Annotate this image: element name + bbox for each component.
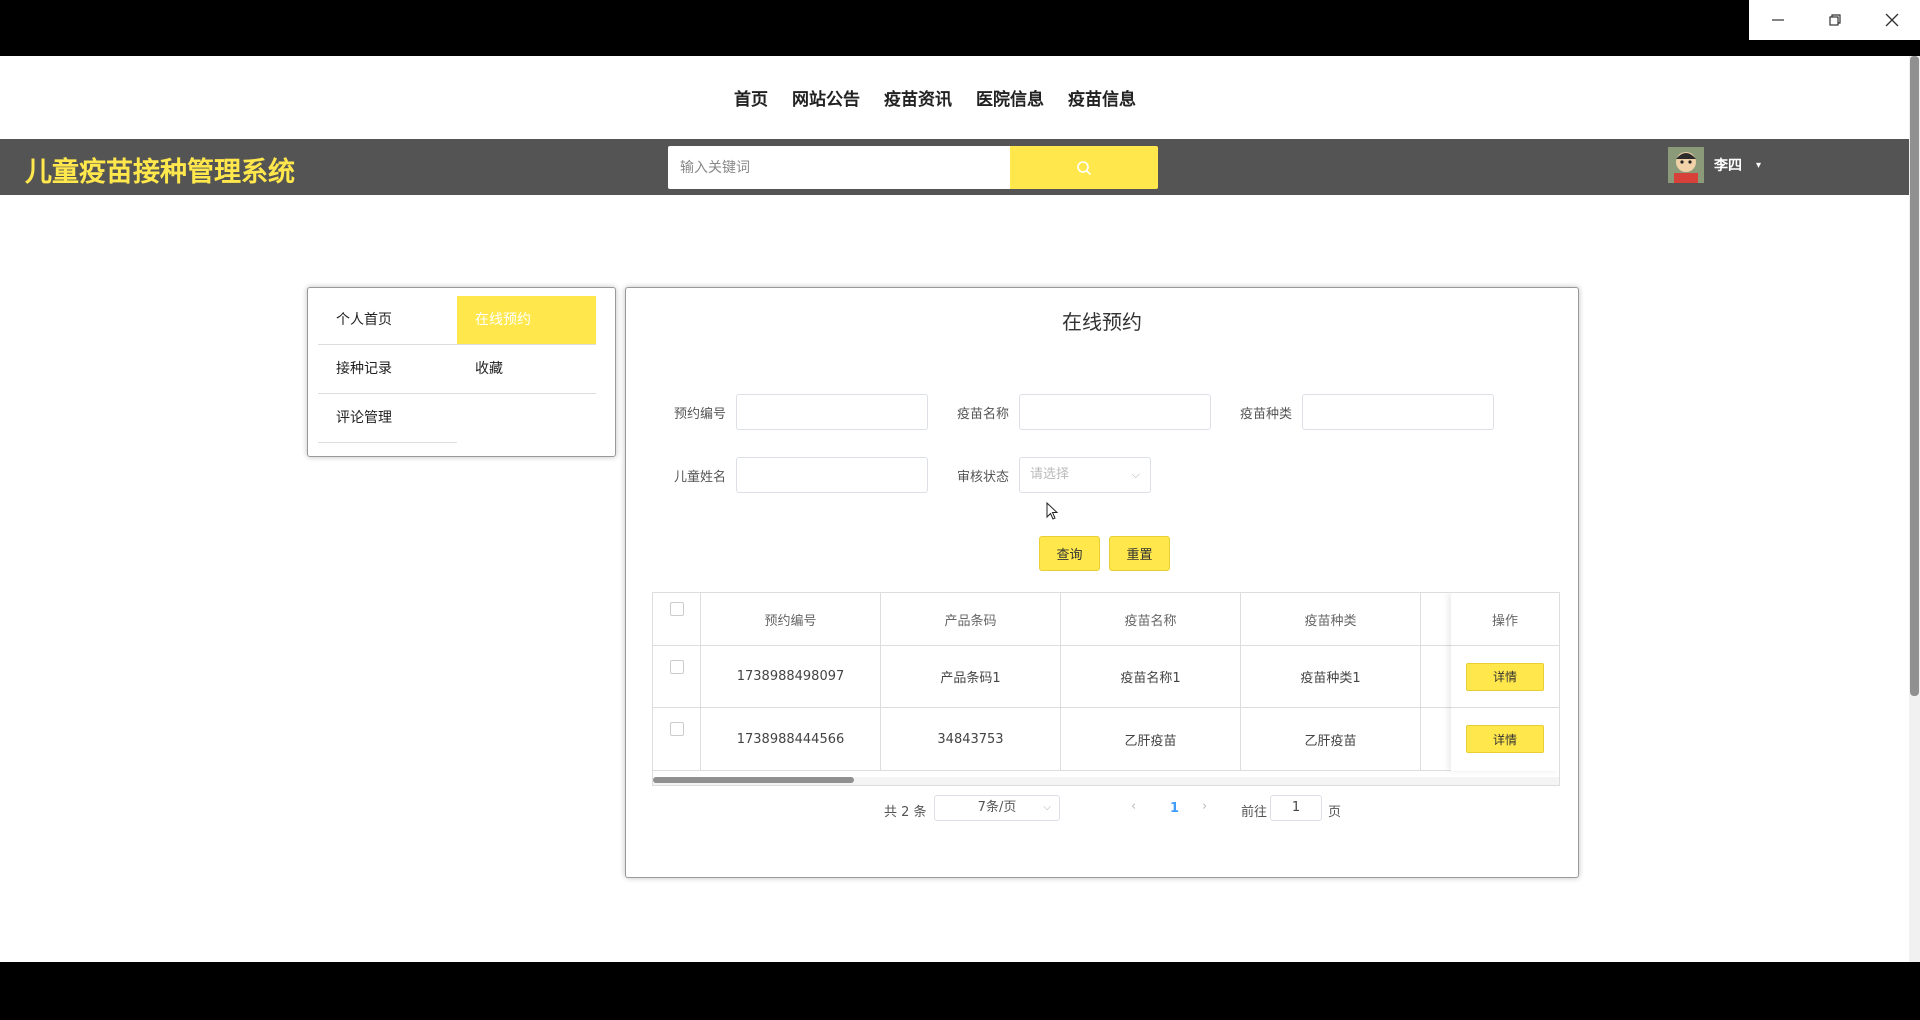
review-status-label: 审核状态 [957,470,1010,485]
next-page-button[interactable]: › [1202,799,1207,814]
search-input[interactable] [668,146,1010,189]
side-item-favorites[interactable]: 收藏 [457,345,596,394]
side-item-vaccination-records[interactable]: 接种记录 [318,345,457,394]
restore-icon [1828,14,1841,26]
avatar-image [1668,147,1704,183]
table-cell: 1738988444566 [701,708,881,770]
nav-item-hospital-info[interactable]: 医院信息 [976,85,1044,110]
select-all-cell [653,593,701,645]
nav-items: 首页 网站公告 疫苗资讯 医院信息 疫苗信息 [722,85,1148,110]
minimize-icon [1771,19,1784,21]
table-horizontal-scrollbar[interactable] [653,777,1559,785]
table-header-row: 预约编号 产品条码 疫苗名称 疫苗种类 [653,593,1559,646]
avatar [1668,147,1704,183]
row-checkbox[interactable] [669,659,684,674]
column-header[interactable]: 预约编号 [701,593,881,645]
column-header[interactable]: 疫苗名称 [1061,593,1241,645]
child-name-label: 儿童姓名 [674,470,727,485]
table-scrollbar-thumb[interactable] [653,777,854,783]
window-controls [1749,0,1920,40]
side-item-online-booking[interactable]: 在线预约 [457,296,596,345]
vaccine-type-input[interactable] [1302,394,1494,430]
child-name-input[interactable] [736,457,928,493]
goto-page-input[interactable]: 1 [1270,795,1322,821]
nav-item-home[interactable]: 首页 [734,85,768,110]
row-select-cell [653,646,701,707]
restore-button[interactable] [1806,0,1863,40]
table-cell: 34843753 [881,708,1061,770]
vaccine-name-input[interactable] [1019,394,1211,430]
page-size-select[interactable]: 7条/页 ⌵ [934,795,1060,821]
user-menu[interactable]: 李四 ▾ [1668,145,1761,185]
pagination: 共 2 条 7条/页 ⌵ ‹ 1 › 前往 1 页 [626,795,1578,823]
chevron-down-icon: ▾ [1756,159,1762,171]
reset-button[interactable]: 重置 [1109,536,1170,571]
row-checkbox[interactable] [669,722,684,736]
detail-button[interactable]: 详情 [1466,662,1544,691]
operation-column: 操作 详情 详情 [1451,593,1559,771]
top-nav: 首页 网站公告 疫苗资讯 医院信息 疫苗信息 [0,56,1920,139]
nav-item-announcements[interactable]: 网站公告 [792,85,860,110]
site-title: 儿童疫苗接种管理系统 [25,157,295,188]
side-item-empty [457,394,596,443]
table-cell: 1738988498097 [701,646,881,707]
table-cell: 疫苗种类1 [1241,646,1421,707]
query-button[interactable]: 查询 [1039,536,1100,571]
column-header[interactable]: 疫苗种类 [1241,593,1421,645]
goto-label: 前往 [1241,805,1268,820]
vaccine-name-label: 疫苗名称 [957,407,1010,422]
operation-header: 操作 [1451,593,1559,646]
table-cell: 疫苗名称1 [1061,646,1241,707]
booking-table: 预约编号 产品条码 疫苗名称 疫苗种类 1738988498097 产品条码1 … [652,592,1560,786]
booking-no-label: 预约编号 [674,407,727,422]
nav-item-vaccine-news[interactable]: 疫苗资讯 [884,85,952,110]
page-scrollbar-thumb[interactable] [1910,56,1919,696]
page-number[interactable]: 1 [1170,801,1179,816]
table-row: 1738988444566 34843753 乙肝疫苗 乙肝疫苗 [653,708,1559,771]
nav-item-vaccine-info[interactable]: 疫苗信息 [1068,85,1136,110]
chevron-down-icon: ⌵ [1131,468,1140,481]
prev-page-button[interactable]: ‹ [1131,799,1136,814]
search-icon [1077,160,1092,175]
vaccine-type-label: 疫苗种类 [1240,407,1293,422]
review-status-placeholder: 请选择 [1030,467,1070,482]
page-suffix: 页 [1328,805,1342,820]
side-item-comment-management[interactable]: 评论管理 [318,394,457,443]
pagination-total: 共 2 条 [884,805,927,820]
table-cell: 乙肝疫苗 [1061,708,1241,770]
review-status-select[interactable]: 请选择 ⌵ [1019,457,1151,493]
mouse-cursor-icon [1046,502,1059,520]
close-button[interactable] [1863,0,1920,40]
side-menu-grid: 个人首页 在线预约 接种记录 收藏 评论管理 [318,296,598,443]
search-box [668,146,1158,189]
minimize-button[interactable] [1749,0,1806,40]
close-icon [1885,13,1898,27]
page-size-value: 7条/页 [977,800,1017,815]
main-panel: 在线预约 预约编号 疫苗名称 疫苗种类 儿童姓名 审核状态 请选择 ⌵ 查询 重… [625,287,1579,878]
username: 李四 [1714,158,1742,174]
booking-no-input[interactable] [736,394,928,430]
side-item-personal-home[interactable]: 个人首页 [318,296,457,345]
window-titlebar [0,0,1920,56]
table-cell: 乙肝疫苗 [1241,708,1421,770]
search-button[interactable] [1010,146,1158,189]
taskbar [0,962,1920,1020]
side-menu: 个人首页 在线预约 接种记录 收藏 评论管理 [307,287,616,457]
row-select-cell [653,708,701,770]
select-all-checkbox[interactable] [669,602,684,616]
table-cell: 产品条码1 [881,646,1061,707]
detail-button[interactable]: 详情 [1466,725,1544,753]
header-bar: 儿童疫苗接种管理系统 李四 ▾ [0,139,1909,195]
chevron-down-icon: ⌵ [1043,802,1051,813]
operation-cell: 详情 [1451,708,1559,770]
table-row: 1738988498097 产品条码1 疫苗名称1 疫苗种类1 [653,646,1559,708]
page-title: 在线预约 [1062,310,1142,334]
column-header[interactable]: 产品条码 [881,593,1061,645]
operation-cell: 详情 [1451,646,1559,708]
